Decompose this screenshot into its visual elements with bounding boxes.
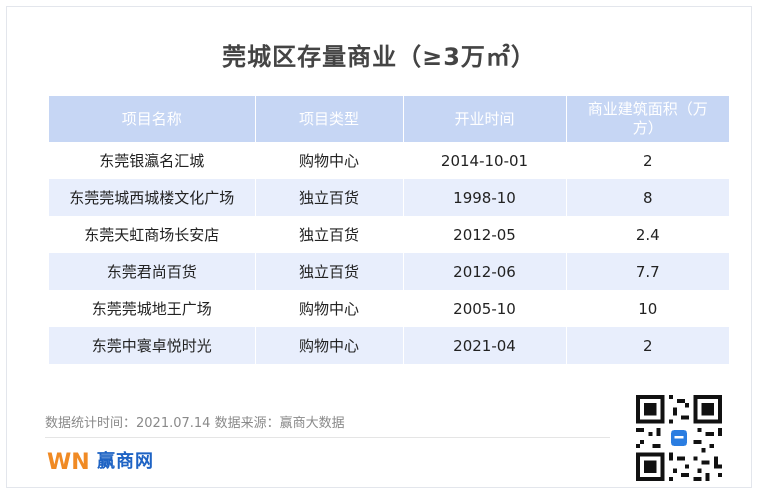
table-header-row: 项目名称 项目类型 开业时间 商业建筑面积（万方） xyxy=(49,96,729,142)
table-row: 东莞银瀛名汇城 购物中心 2014-10-01 2 xyxy=(49,142,729,179)
table-row: 东莞莞城西城楼文化广场 独立百货 1998-10 8 xyxy=(49,179,729,216)
cell-project-name: 东莞莞城地王广场 xyxy=(49,290,256,327)
cell-floor-area: 7.7 xyxy=(566,253,729,290)
cell-project-name: 东莞中寰卓悦时光 xyxy=(49,327,256,364)
table-row: 东莞天虹商场长安店 独立百货 2012-05 2.4 xyxy=(49,216,729,253)
cell-floor-area: 2 xyxy=(642,151,653,170)
cell-floor-area: 10 xyxy=(638,299,658,318)
cell-opening-date: 2021-04 xyxy=(403,327,567,364)
cell-opening-date: 2012-06 xyxy=(403,253,567,290)
table-row: 东莞君尚百货 独立百货 2012-06 7.7 xyxy=(49,253,729,290)
qr-code-icon xyxy=(636,395,722,481)
cell-project-type: 购物中心 xyxy=(255,327,404,364)
infographic-card: 莞城区存量商业（≥3万㎡） 项目名称 项目类型 开业时间 商业建筑面积（万方） … xyxy=(6,6,752,488)
cell-opening-date: 2005-10 xyxy=(403,290,567,327)
page-title: 莞城区存量商业（≥3万㎡） xyxy=(222,43,536,71)
cell-project-name: 东莞君尚百货 xyxy=(49,253,256,290)
header-project-name: 项目名称 xyxy=(49,96,256,142)
data-source-note: 数据统计时间：2021.07.14 数据来源：赢商大数据 xyxy=(45,416,345,431)
mall-table: 项目名称 项目类型 开业时间 商业建筑面积（万方） 东莞银瀛名汇城 购物中心 2… xyxy=(49,96,729,364)
header-project-type: 项目类型 xyxy=(255,96,404,142)
cell-project-type: 购物中心 xyxy=(255,142,404,179)
cell-project-type: 购物中心 xyxy=(255,290,404,327)
cell-floor-area: 2.4 xyxy=(635,225,660,244)
cell-project-type: 独立百货 xyxy=(255,253,404,290)
cell-floor-area: 8 xyxy=(566,179,729,216)
cell-floor-area: 2 xyxy=(566,327,729,364)
cell-project-type: 独立百货 xyxy=(255,216,404,253)
footer-divider xyxy=(45,437,610,438)
cell-project-name: 东莞银瀛名汇城 xyxy=(49,142,256,179)
cell-project-type: 独立百货 xyxy=(255,179,404,216)
cell-opening-date: 1998-10 xyxy=(403,179,567,216)
cell-opening-date: 2012-05 xyxy=(403,216,567,253)
cell-opening-date: 2014-10-01 xyxy=(403,142,567,179)
header-floor-area: 商业建筑面积（万方） xyxy=(566,96,729,142)
brand-name: 赢商网 xyxy=(97,451,154,472)
logo-mark-text: WN xyxy=(47,450,90,473)
table-row: 东莞中寰卓悦时光 购物中心 2021-04 2 xyxy=(49,327,729,364)
winshang-logo-icon: WN xyxy=(47,450,90,473)
header-opening-date: 开业时间 xyxy=(403,96,567,142)
brand-logo: WN 赢商网 xyxy=(47,447,154,473)
cell-project-name: 东莞天虹商场长安店 xyxy=(49,216,256,253)
table-row: 东莞莞城地王广场 购物中心 2005-10 10 xyxy=(49,290,729,327)
cell-project-name: 东莞莞城西城楼文化广场 xyxy=(49,179,256,216)
